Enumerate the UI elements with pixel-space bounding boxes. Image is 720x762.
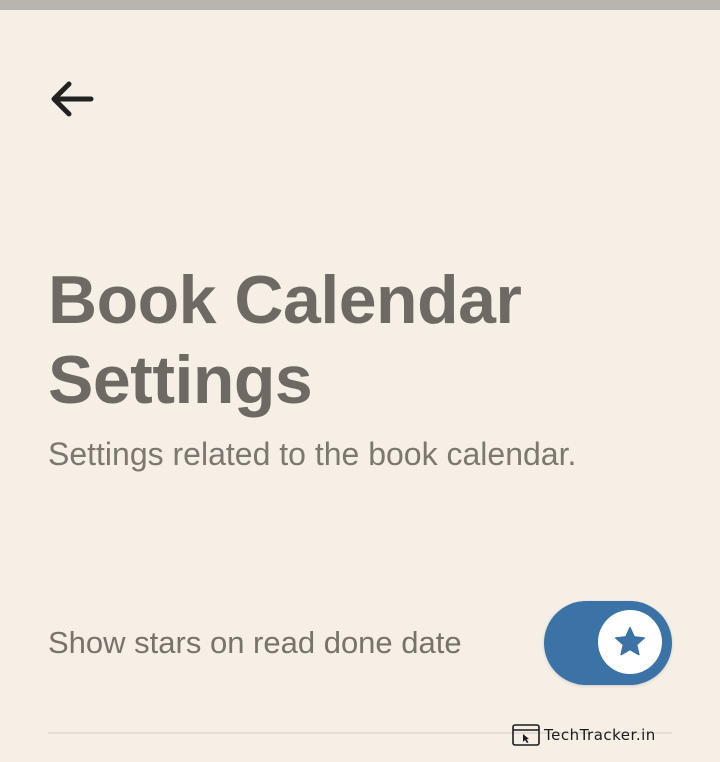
- status-bar-strip: [0, 0, 720, 10]
- page-title-line1: Book Calendar: [48, 262, 522, 338]
- page-title-line2: Settings: [48, 342, 313, 418]
- back-button[interactable]: [40, 72, 104, 126]
- arrow-left-icon: [51, 81, 94, 117]
- setting-row-show-stars[interactable]: Show stars on read done date: [48, 598, 676, 690]
- star-icon: [615, 627, 645, 656]
- browser-cursor-icon: [512, 724, 540, 746]
- watermark: TechTracker.in: [512, 722, 656, 748]
- watermark-text: TechTracker.in: [544, 726, 656, 744]
- show-stars-toggle[interactable]: [544, 601, 672, 685]
- setting-label-show-stars: Show stars on read done date: [48, 625, 462, 660]
- page-subtitle: Settings related to the book calendar.: [48, 436, 577, 472]
- toggle-knob: [598, 610, 662, 674]
- page-title: Book Calendar Settings: [48, 260, 688, 420]
